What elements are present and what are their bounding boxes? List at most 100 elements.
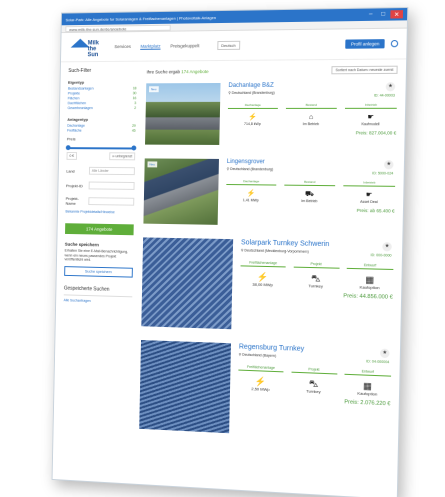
results-count-value: 174 Angebote — [181, 68, 209, 74]
offer-tag: Bestand — [284, 179, 336, 187]
user-icon[interactable] — [390, 39, 399, 48]
offer-card[interactable]: ★ Solarpark Turnkey Schwerin ⚲ Deutschland… — [141, 237, 394, 334]
roof-icon: ⌂ — [308, 113, 314, 122]
type-item[interactable]: Gewerbeanlagen 2 — [68, 106, 137, 110]
nav-services[interactable]: Services — [114, 44, 131, 50]
offer-tag: Inbetrieb — [343, 180, 396, 187]
type-item[interactable]: Projekte 30 — [68, 91, 137, 95]
offer-stat-value: Kaufoption — [359, 284, 380, 291]
offer-price: Preis: 2.076.220 € — [344, 399, 391, 408]
type-count: 3 — [134, 101, 137, 106]
offer-card[interactable]: Neu ★ Dachanlage B&Z ⚲ Deutschland (Branden… — [145, 82, 397, 146]
projekt-id-input[interactable] — [88, 181, 135, 190]
saved-searches-heading: Gespeicherte Suchen — [63, 285, 133, 297]
filter-sidebar: Such-Filter Eigentyp Bestandsanlagen 18 Pr… — [61, 68, 137, 442]
offer-location-text: Deutschland (Bayern) — [242, 352, 277, 358]
plant-type-count: 29 — [131, 123, 136, 128]
projekt-id-label: Projekt-ID — [65, 182, 83, 188]
filter-group-anlagentyp: Anlagentyp — [67, 116, 88, 122]
offer-id: ID: 04-000004 — [366, 359, 390, 365]
save-search-button[interactable]: Suche speichern — [64, 265, 133, 278]
offer-stat-value: 714,8 kWp — [243, 121, 261, 127]
browser-window: Solar-Park: Alle Angebote fur Solaranlag… — [51, 6, 409, 497]
offer-price: Preis: 827.004,00 € — [355, 130, 397, 136]
offer-tag: Inbetrieb — [345, 102, 397, 109]
favorite-icon[interactable]: ★ — [380, 348, 390, 359]
header-actions: Profil anlegen — [345, 39, 399, 49]
offer-badge: Neu — [148, 86, 159, 93]
maximize-icon[interactable]: □ — [378, 10, 389, 18]
results-main: Ihre Suche ergab 174 Angebote Sortiert n… — [139, 65, 398, 456]
price-min-input[interactable]: 0 € — [66, 152, 77, 160]
window-title: Solar-Park: Alle Angebote fur Solaranlag… — [65, 14, 217, 22]
price-max-input[interactable]: ∞ unbegrenzt — [109, 152, 136, 161]
milk-the-sun-logo[interactable]: Milk the Sun — [69, 36, 104, 58]
plant-type-item[interactable]: Freifläche 45 — [67, 129, 136, 133]
search-offers-button[interactable]: 174 Angebote — [65, 223, 134, 236]
type-count: 18 — [132, 86, 137, 91]
offer-stat: ⌂ Im Betrieb — [286, 114, 337, 126]
projekt-id-field: Projekt-ID — [66, 181, 135, 190]
offer-stat-value: Turnkey — [306, 388, 321, 395]
offer-stats: ⚡ 714,8 kWp ⌂ Im Betrieb ☛ Kaufmodell — [228, 114, 397, 126]
offer-tag: Bestand — [286, 102, 337, 109]
url-field[interactable]: www.milk-the-sun.de/de/angebote — [65, 24, 171, 32]
type-item[interactable]: Flächen 16 — [68, 96, 137, 100]
offer-stat-value: 38,00 MWp — [252, 281, 273, 288]
sort-select[interactable]: Sortiert nach Datum: neueste zuerst — [331, 65, 398, 75]
offer-tags: Freiflächenanlage Projekt Entwurf — [238, 364, 392, 377]
saved-searches-link[interactable]: Alle Suchanfragen — [64, 298, 133, 304]
offer-tag: Freiflächenanlage — [240, 260, 286, 268]
favorite-icon[interactable]: ★ — [382, 242, 392, 252]
offer-image[interactable] — [141, 237, 234, 330]
offer-stat: ⚡ 1,41 MWp — [226, 190, 276, 203]
project-details-link[interactable]: Bekannte Projektdetails/Hinweise — [65, 210, 134, 215]
offer-price: Preis: 44.856.000 € — [343, 293, 393, 301]
offer-stats: ⚡ 1,41 MWp ⛟ Im Betrieb ☛ Asset Deal — [226, 190, 395, 204]
offer-stat: ▦ Kaufoption — [346, 274, 393, 291]
offer-tags: Dachanlage Bestand Inbetrieb — [226, 178, 396, 187]
offer-tag: Dachanlage — [227, 102, 278, 109]
results-list: Neu ★ Dachanlage B&Z ⚲ Deutschland (Branden… — [139, 82, 397, 441]
nav-marktplatz[interactable]: Marktplatz — [140, 43, 161, 50]
type-item[interactable]: Dachflächen 3 — [68, 101, 137, 105]
plant-type-label: Freifläche — [67, 128, 82, 133]
offer-image[interactable] — [139, 340, 231, 434]
projekt-name-label: Projekt-Name — [65, 195, 79, 206]
offer-tags: Dachanlage Bestand Inbetrieb — [227, 102, 397, 109]
offer-image[interactable]: Neu — [143, 158, 219, 225]
price-slider-max-handle[interactable] — [131, 145, 137, 151]
nav-preisgekuppelt[interactable]: Preisgekuppelt — [170, 43, 199, 49]
offer-location-text: Deutschland (Brandenburg) — [230, 167, 274, 172]
filter-group-eigentyp: Eigentyp — [68, 79, 85, 85]
projekt-name-field: Projekt-Name — [66, 196, 135, 207]
type-label: Dachflächen — [67, 101, 87, 106]
plant-type-item[interactable]: Dachanlage 29 — [67, 124, 136, 128]
offer-stat: ⛍ Turnkey — [291, 378, 337, 395]
offer-location: ⚲ Deutschland (Brandenburg) — [228, 90, 397, 95]
create-profile-button[interactable]: Profil anlegen — [345, 39, 385, 49]
language-select[interactable]: Deutsch — [217, 40, 240, 51]
offer-info: ★ Lingensgrover ⚲ Deutschland (Brandenburg… — [218, 159, 396, 228]
land-field: Land Alle Länder — [66, 166, 135, 176]
close-icon[interactable]: ✕ — [390, 10, 404, 19]
offer-card[interactable]: Neu ★ Lingensgrover ⚲ Deutschland (Brandenb… — [143, 158, 396, 228]
projekt-name-input[interactable] — [88, 197, 135, 206]
land-select[interactable]: Alle Länder — [88, 166, 135, 176]
offer-tag: Entwurf — [346, 262, 394, 270]
minimize-icon[interactable]: – — [365, 11, 376, 19]
save-search-heading: Suche speichern — [64, 241, 99, 248]
offer-image[interactable]: Neu — [145, 82, 221, 145]
offer-tags: Freiflächenanlage Projekt Entwurf — [240, 260, 394, 270]
price-slider-min-handle[interactable] — [65, 145, 71, 151]
offer-info: ★ Dachanlage B&Z ⚲ Deutschland (Brandenbur… — [219, 82, 397, 146]
type-label: Projekte — [67, 91, 81, 96]
offer-card[interactable]: ★ Regensburg Turnkey ⚲ Deutschland (Bayern… — [139, 340, 392, 441]
price-slider[interactable] — [65, 145, 137, 151]
type-item[interactable]: Bestandsanlagen 18 — [68, 86, 137, 90]
offer-title[interactable]: Dachanlage B&Z — [228, 82, 397, 89]
offer-stat: ▦ Kaufoption — [344, 380, 391, 397]
offer-stats: ⚡ 38,00 MWp ⛍ Turnkey ▦ Kaufoption — [240, 271, 393, 290]
offer-title[interactable]: Lingensgrover — [227, 159, 396, 166]
price-label: Preis — [66, 136, 76, 142]
